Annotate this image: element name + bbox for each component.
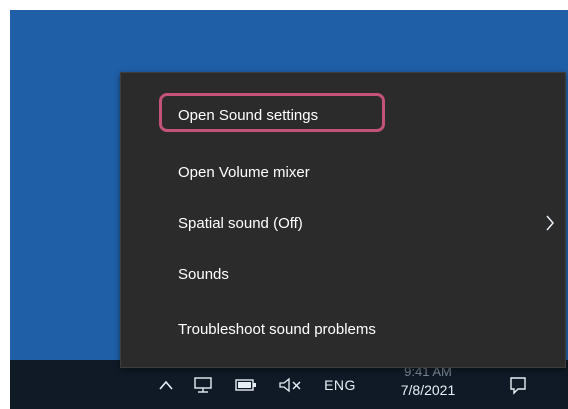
volume-muted-icon bbox=[279, 377, 301, 392]
clock-date: 7/8/2021 bbox=[400, 381, 456, 398]
language-indicator: ENG bbox=[324, 376, 356, 393]
menu-item-label: Open Sound settings bbox=[178, 106, 319, 124]
notification-icon bbox=[510, 376, 526, 395]
sound-context-menu: Open Sound settings Open Volume mixer Sp… bbox=[120, 72, 566, 368]
menu-item-sounds[interactable]: Sounds bbox=[121, 248, 565, 300]
menu-item-open-volume-mixer[interactable]: Open Volume mixer bbox=[121, 146, 565, 198]
menu-item-spatial-sound[interactable]: Spatial sound (Off) bbox=[121, 197, 565, 249]
menu-item-troubleshoot[interactable]: Troubleshoot sound problems bbox=[121, 303, 565, 355]
chevron-up-icon bbox=[159, 380, 173, 390]
menu-item-label: Open Volume mixer bbox=[178, 163, 310, 181]
menu-item-label: Sounds bbox=[178, 265, 229, 283]
menu-item-label: Spatial sound (Off) bbox=[178, 214, 303, 232]
battery-icon bbox=[235, 378, 256, 391]
menu-item-open-sound-settings[interactable]: Open Sound settings bbox=[121, 89, 565, 141]
network-icon bbox=[194, 376, 212, 393]
chevron-right-icon bbox=[545, 214, 555, 232]
menu-item-label: Troubleshoot sound problems bbox=[178, 320, 376, 338]
